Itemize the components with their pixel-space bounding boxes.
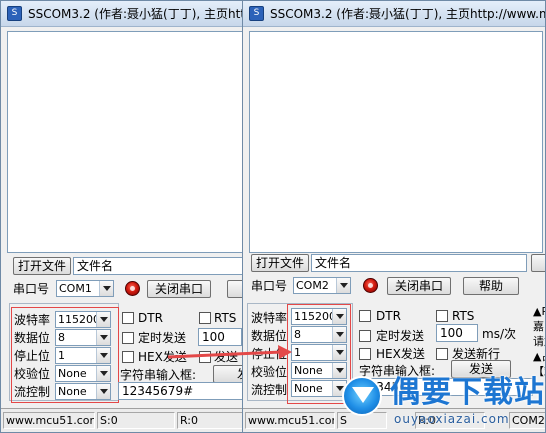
watermark-logo-icon [342,376,382,416]
interval-unit: ms/次 [482,327,516,341]
baud-label: 波特率 [251,311,288,325]
receive-area[interactable] [249,31,543,253]
help-button[interactable]: 帮助 [463,277,519,295]
dtr-checkbox[interactable] [359,310,371,322]
databits-label: 数据位 [251,329,288,343]
stopbits-label: 停止位 [251,347,288,361]
port-select[interactable]: COM1 [56,280,114,297]
port-status-led-icon [125,281,140,296]
timed-send-checkbox[interactable] [359,330,371,342]
stopbits-select[interactable]: 1 [55,347,111,364]
chevron-down-icon [99,281,113,296]
hex-send-label: HEX发送 [376,347,425,361]
timed-send-label: 定时发送 [138,331,187,345]
chevron-down-icon [96,330,110,345]
dtr-label: DTR [138,311,163,325]
chevron-down-icon [332,345,346,360]
watermark-title: 偶要下载站 [390,375,545,410]
stopbits-value: 1 [294,346,301,359]
chevron-down-icon [96,348,110,363]
parity-value: None [294,364,323,377]
hex-send-label: HEX发送 [138,350,187,364]
close-port-button[interactable]: 关闭串口 [147,280,211,298]
databits-select[interactable]: 8 [55,329,111,346]
timed-send-label: 定时发送 [376,329,425,343]
databits-value: 8 [294,328,301,341]
send-newline-checkbox[interactable] [199,351,211,363]
dtr-label: DTR [376,309,401,323]
port-status-led-icon [363,278,378,293]
open-file-button[interactable]: 打开文件 [13,257,71,275]
parity-value: None [58,367,87,380]
baud-label: 波特率 [14,313,51,327]
rts-label: RTS [452,309,475,323]
send-newline-checkbox[interactable] [436,348,448,360]
chevron-down-icon [336,278,350,293]
port-value: COM2 [296,279,329,292]
timed-send-checkbox[interactable] [122,332,134,344]
databits-value: 8 [58,331,65,344]
port-label: 串口号 [251,279,288,293]
port-label: 串口号 [13,282,50,296]
sscom-window-2: S SSCOM3.2 (作者:聂小猛(丁丁), 主页http://www.mc … [242,0,546,433]
baud-value: 115200 [294,310,336,323]
flow-value: None [294,382,323,395]
rts-label: RTS [214,311,237,325]
port-value: COM1 [59,282,92,295]
stopbits-label: 停止位 [14,349,51,363]
side-text-3: 请加 [533,335,545,348]
close-port-button[interactable]: 关闭串口 [387,277,451,295]
file-name-field[interactable]: 文件名 [311,254,527,272]
status-sent: S:0 [97,412,175,429]
parity-select[interactable]: None [55,365,111,382]
extra-button[interactable] [531,254,545,272]
parity-label: 校验位 [251,365,288,379]
hex-send-checkbox[interactable] [122,351,134,363]
baud-select[interactable]: 115200 [55,311,111,328]
status-url: www.mcu51.cor [3,412,95,429]
title-bar[interactable]: S SSCOM3.2 (作者:聂小猛(丁丁), 主页http://www.mc [243,1,545,27]
databits-label: 数据位 [14,331,51,345]
stopbits-value: 1 [58,349,65,362]
chevron-down-icon [332,309,346,324]
stopbits-select[interactable]: 1 [291,344,347,361]
watermark: 偶要下载站 ouyaoxiazai.com [328,372,544,430]
hex-send-checkbox[interactable] [359,348,371,360]
watermark-url: ouyaoxiazai.com [394,412,510,426]
status-received: R:0 [177,412,249,429]
chevron-down-icon [96,384,110,399]
chevron-down-icon [96,312,110,327]
side-text-4: ▲占 [533,350,545,363]
parity-label: 校验位 [14,367,51,381]
dtr-checkbox[interactable] [122,312,134,324]
interval-field[interactable]: 100 [436,324,478,342]
app-icon: S [249,6,264,21]
port-select[interactable]: COM2 [293,277,351,294]
window-title: SSCOM3.2 (作者:聂小猛(丁丁), 主页http://www.mc [270,7,546,21]
input-label: 字符串输入框: [120,368,197,382]
flow-label: 流控制 [14,385,51,399]
flow-label: 流控制 [251,383,288,397]
app-icon: S [7,6,22,21]
send-newline-label: 发送 [214,350,239,364]
status-url: www.mcu51.cor [245,412,335,429]
baud-select[interactable]: 115200 [291,308,347,325]
databits-select[interactable]: 8 [291,326,347,343]
rts-checkbox[interactable] [436,310,448,322]
side-text-1: ▲P [533,305,545,318]
interval-field[interactable]: 100 [198,328,242,346]
flow-select[interactable]: None [55,383,111,400]
chevron-down-icon [96,366,110,381]
rts-checkbox[interactable] [199,312,211,324]
baud-value: 115200 [58,313,100,326]
chevron-down-icon [332,327,346,342]
window-title: SSCOM3.2 (作者:聂小猛(丁丁), 主页htt [28,7,246,21]
open-file-button[interactable]: 打开文件 [251,254,309,272]
side-text-2: 嘉 [533,320,544,333]
flow-value: None [58,385,87,398]
